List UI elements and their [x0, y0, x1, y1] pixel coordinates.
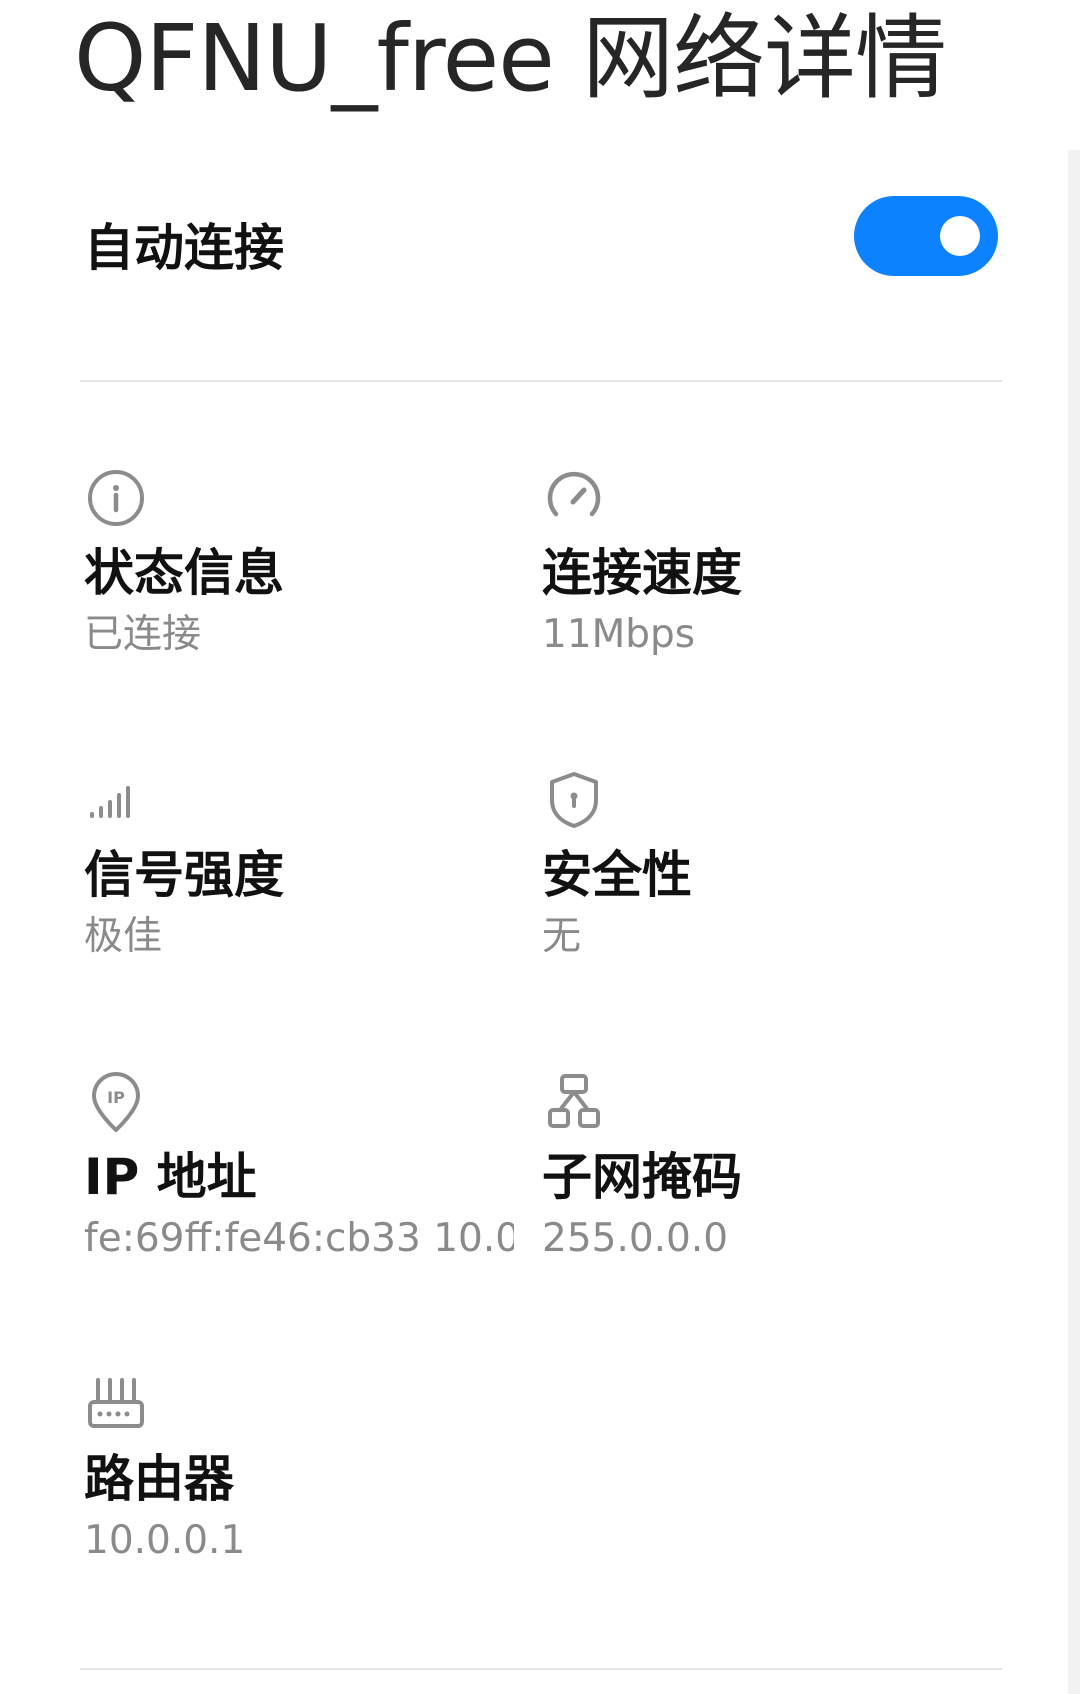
detail-value: 255.0.0.0	[542, 1215, 729, 1261]
scroll-indicator[interactable]	[1068, 150, 1080, 1694]
detail-label: 安全性	[542, 846, 692, 904]
detail-label: 状态信息	[84, 544, 284, 602]
auto-connect-toggle[interactable]	[854, 196, 998, 276]
svg-text:IP: IP	[107, 1088, 125, 1107]
detail-status: 状态信息 已连接	[84, 466, 504, 659]
detail-subnet: 子网掩码 255.0.0.0	[542, 1070, 962, 1263]
detail-label: 连接速度	[542, 544, 742, 602]
page-title: QFNU_free 网络详情	[74, 5, 947, 112]
speedometer-icon	[542, 466, 606, 530]
shield-icon	[542, 768, 606, 832]
ip-location-icon: IP	[84, 1070, 148, 1134]
auto-connect-row[interactable]: 自动连接	[84, 190, 1004, 280]
detail-speed: 连接速度 11Mbps	[542, 466, 962, 659]
detail-value: 极佳	[84, 913, 163, 959]
detail-label: 信号强度	[84, 846, 284, 904]
detail-label: 子网掩码	[542, 1148, 742, 1206]
router-icon	[84, 1372, 148, 1436]
detail-value: 11Mbps	[542, 611, 696, 657]
divider	[80, 380, 1002, 382]
detail-router: 路由器 10.0.0.1	[84, 1372, 504, 1565]
detail-ip: IP IP 地址 fe:69ff:fe46:cb33 10.0.0	[84, 1070, 514, 1263]
auto-connect-label: 自动连接	[84, 219, 284, 277]
signal-strength-icon	[84, 768, 148, 832]
detail-value: 已连接	[84, 611, 202, 657]
detail-value: 10.0.0.1	[84, 1517, 246, 1563]
toggle-knob	[940, 216, 980, 256]
detail-value: fe:69ff:fe46:cb33 10.0.0	[84, 1215, 514, 1261]
detail-label: 路由器	[84, 1450, 234, 1508]
detail-security: 安全性 无	[542, 768, 962, 961]
detail-label: IP 地址	[84, 1148, 257, 1206]
detail-signal: 信号强度 极佳	[84, 768, 504, 961]
detail-value: 无	[542, 913, 582, 959]
info-icon	[84, 466, 148, 530]
subnet-icon	[542, 1070, 606, 1134]
divider	[80, 1668, 1002, 1670]
